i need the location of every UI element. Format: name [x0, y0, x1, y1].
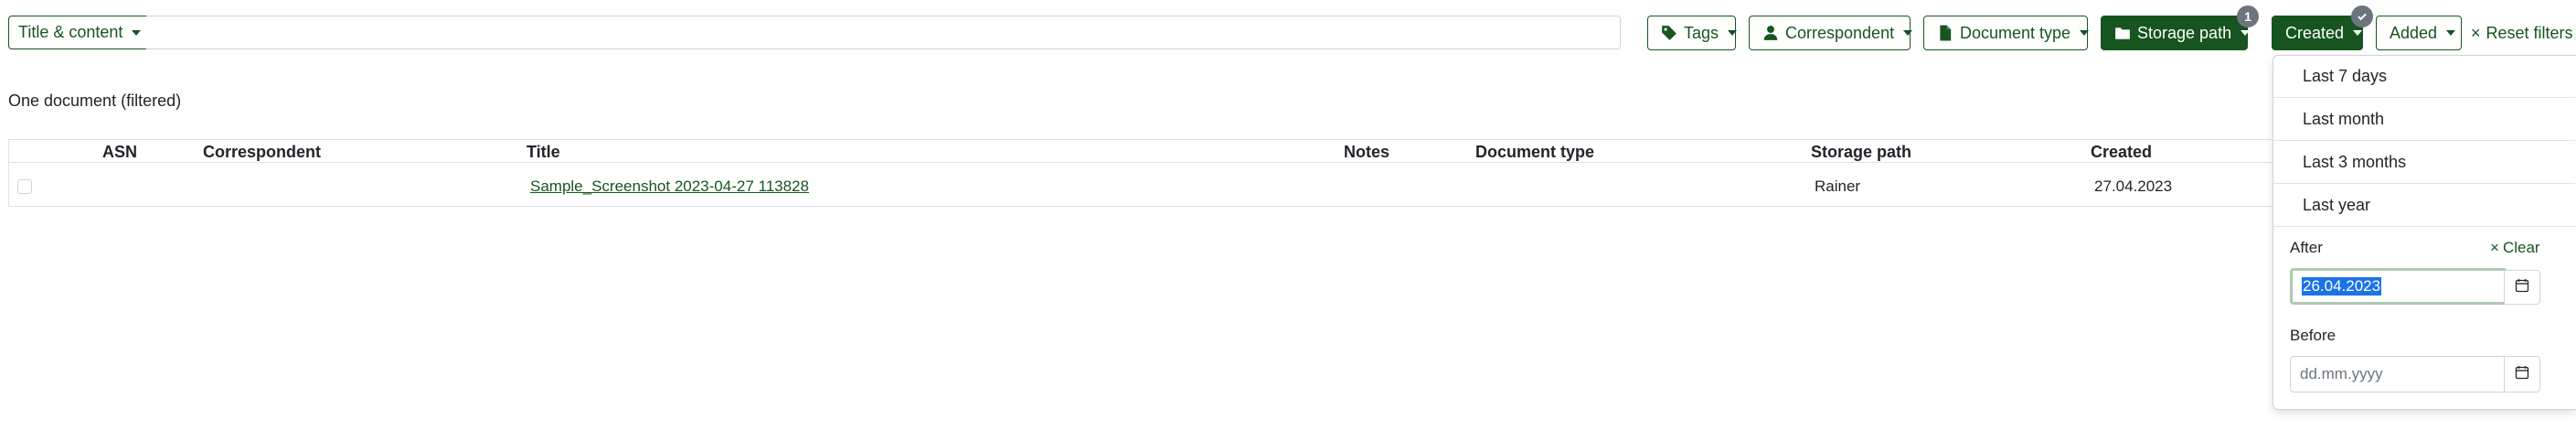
column-header-correspondent[interactable]: Correspondent [203, 143, 321, 162]
file-icon [1937, 25, 1953, 41]
created-active-check-badge [2351, 5, 2373, 27]
folder-icon [2114, 25, 2131, 41]
calendar-icon [2515, 278, 2529, 297]
storage-path-filter-label: Storage path [2137, 23, 2232, 42]
after-calendar-button[interactable] [2504, 270, 2540, 305]
storage-path-count-badge: 1 [2237, 5, 2259, 27]
result-count-text: One document (filtered) [8, 91, 182, 110]
document-type-filter-button[interactable]: Document type [1923, 16, 2090, 50]
reset-filters-label: Reset filters [2486, 23, 2573, 42]
close-icon: × [2471, 23, 2481, 42]
before-date-placeholder: dd.mm.yyyy [2300, 365, 2383, 382]
chevron-down-icon [2353, 30, 2363, 36]
column-header-asn[interactable]: ASN [102, 143, 137, 162]
column-header-title[interactable]: Title [527, 143, 560, 162]
chevron-down-icon [2241, 30, 2251, 36]
chevron-down-icon [132, 29, 142, 36]
after-date-value: 26.04.2023 [2302, 277, 2382, 296]
storage-path-filter-button[interactable]: Storage path [2101, 16, 2251, 50]
clear-after-button[interactable]: × Clear [2490, 239, 2540, 257]
created-filter-button[interactable]: Created [2272, 16, 2363, 50]
column-header-storage-path[interactable]: Storage path [1811, 143, 1911, 162]
correspondent-filter-label: Correspondent [1785, 23, 1895, 42]
table-header-separator [9, 162, 2576, 163]
tag-icon [1661, 25, 1677, 41]
documents-table [8, 139, 2576, 207]
chevron-down-icon [2446, 30, 2456, 36]
calendar-icon [2515, 365, 2529, 384]
chevron-down-icon [2080, 30, 2090, 36]
tags-filter-button[interactable]: Tags [1647, 16, 1738, 50]
column-header-notes[interactable]: Notes [1344, 143, 1389, 162]
document-title-link[interactable]: Sample_Screenshot 2023-04-27 113828 [530, 177, 809, 196]
date-option-last-7-days[interactable]: Last 7 days [2273, 55, 2575, 98]
after-date-input[interactable]: 26.04.2023 [2290, 268, 2507, 305]
date-option-last-3-months[interactable]: Last 3 months [2273, 141, 2575, 184]
added-filter-label: Added [2390, 23, 2438, 42]
before-label: Before [2290, 327, 2336, 344]
text-filter-input[interactable] [146, 16, 1621, 49]
before-calendar-button[interactable] [2504, 356, 2540, 393]
text-filter-mode-label: Title & content [18, 23, 123, 41]
date-option-last-year[interactable]: Last year [2273, 184, 2575, 227]
person-icon [1762, 25, 1779, 41]
clear-label: Clear [2502, 239, 2540, 256]
date-option-last-month[interactable]: Last month [2273, 98, 2575, 141]
document-type-filter-label: Document type [1960, 23, 2071, 42]
chevron-down-icon [1903, 30, 1913, 36]
cell-created: 27.04.2023 [2094, 177, 2173, 195]
created-filter-label: Created [2285, 23, 2345, 42]
close-icon: × [2490, 239, 2499, 256]
added-filter-button[interactable]: Added [2376, 16, 2462, 50]
after-label: After [2290, 239, 2323, 256]
correspondent-filter-button[interactable]: Correspondent [1749, 16, 1913, 50]
text-filter-mode-dropdown[interactable]: Title & content [8, 16, 152, 49]
tags-filter-label: Tags [1684, 23, 1719, 42]
column-header-document-type[interactable]: Document type [1475, 143, 1594, 162]
column-header-created[interactable]: Created [2091, 143, 2152, 162]
before-date-input[interactable]: dd.mm.yyyy [2290, 356, 2506, 393]
reset-filters-button[interactable]: × Reset filters [2471, 16, 2573, 50]
row-select-checkbox[interactable] [17, 179, 32, 194]
cell-storage-path: Rainer [1815, 177, 1861, 195]
chevron-down-icon [1728, 30, 1738, 36]
